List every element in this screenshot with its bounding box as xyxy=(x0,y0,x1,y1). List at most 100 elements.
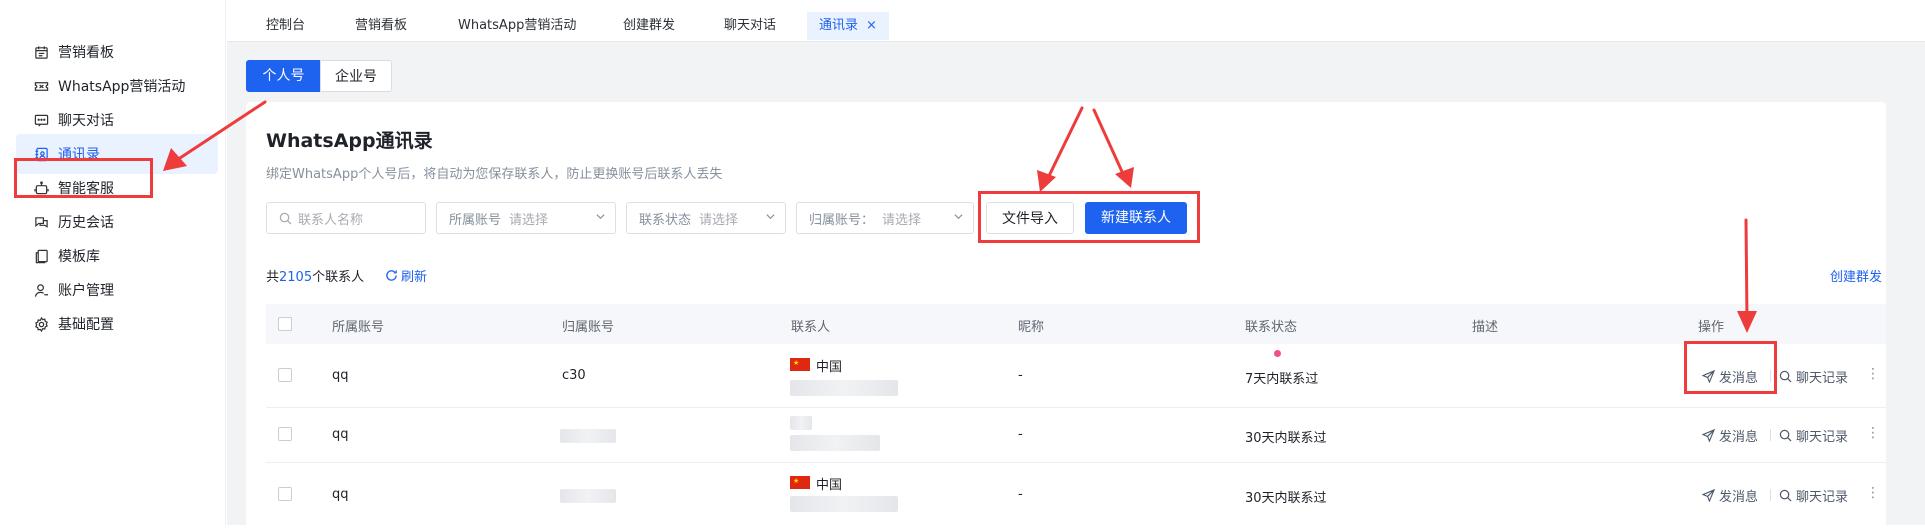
row-checkbox[interactable] xyxy=(278,427,292,441)
search-icon xyxy=(1779,370,1792,383)
ticket-icon xyxy=(33,78,49,94)
user-icon xyxy=(33,282,49,298)
tab-chat[interactable]: 聊天对话 xyxy=(724,12,776,40)
create-broadcast-link[interactable]: 创建群发 xyxy=(1830,266,1882,285)
blurred-phone-number xyxy=(790,435,880,451)
select-all-checkbox[interactable] xyxy=(278,317,292,331)
cell-country: 中国 xyxy=(816,356,842,375)
tab-marketing-board[interactable]: 营销看板 xyxy=(355,12,407,40)
status-select-placeholder: 请选择 xyxy=(699,209,738,228)
new-contact-button[interactable]: 新建联系人 xyxy=(1085,202,1187,234)
count-number: 2105 xyxy=(279,270,312,285)
blurred-contact-name xyxy=(790,416,812,430)
send-icon xyxy=(1702,370,1715,383)
chat-history-button[interactable]: 聊天记录 xyxy=(1779,486,1848,505)
count-suffix: 个联系人 xyxy=(312,270,364,285)
divider xyxy=(1770,370,1771,382)
contacts-icon xyxy=(33,146,49,162)
cell-country: 中国 xyxy=(816,474,842,493)
blurred-owner-account xyxy=(560,489,616,503)
chat-history-label: 聊天记录 xyxy=(1796,486,1848,505)
cell-account: qq xyxy=(332,427,349,442)
owner-select-placeholder: 请选择 xyxy=(882,209,921,228)
column-header-owner: 归属账号 xyxy=(562,316,614,335)
cell-account: qq xyxy=(332,368,349,383)
history-chat-icon xyxy=(33,214,49,230)
cell-status: 30天内联系过 xyxy=(1245,487,1327,506)
table-header xyxy=(266,304,1886,344)
more-icon[interactable]: ⋮ xyxy=(1866,485,1880,501)
page-subtitle: 绑定WhatsApp个人号后，将自动为您保存联系人，防止更换账号后联系人丢失 xyxy=(266,163,722,182)
column-header-description: 描述 xyxy=(1472,316,1498,335)
segment-personal[interactable]: 个人号 xyxy=(246,60,321,92)
contact-count: 共2105个联系人 xyxy=(266,266,364,285)
blurred-phone-number xyxy=(790,380,898,396)
owner-select-label: 归属账号： xyxy=(809,209,874,228)
send-message-label: 发消息 xyxy=(1719,367,1758,386)
column-header-status: 联系状态 xyxy=(1245,316,1297,335)
more-icon[interactable]: ⋮ xyxy=(1866,425,1880,441)
gear-icon xyxy=(33,316,49,332)
row-checkbox[interactable] xyxy=(278,368,292,382)
chat-history-label: 聊天记录 xyxy=(1796,367,1848,386)
status-dot xyxy=(1274,350,1281,357)
chevron-down-icon xyxy=(766,212,775,221)
blurred-owner-account xyxy=(560,429,616,443)
row-checkbox[interactable] xyxy=(278,487,292,501)
send-icon xyxy=(1702,489,1715,502)
send-message-button[interactable]: 发消息 xyxy=(1702,367,1758,386)
send-message-button[interactable]: 发消息 xyxy=(1702,426,1758,445)
account-select[interactable]: 所属账号 请选择 xyxy=(436,202,616,234)
account-select-label: 所属账号 xyxy=(449,209,501,228)
cell-owner: c30 xyxy=(562,368,586,383)
close-icon[interactable]: × xyxy=(866,18,877,33)
column-header-actions: 操作 xyxy=(1698,316,1724,335)
sidebar: 营销看板 WhatsApp营销活动 聊天对话 通讯录 智能客服 历史会话 模板库… xyxy=(0,0,226,525)
chat-history-label: 聊天记录 xyxy=(1796,426,1848,445)
tab-whatsapp-campaign[interactable]: WhatsApp营销活动 xyxy=(458,12,576,40)
chat-history-button[interactable]: 聊天记录 xyxy=(1779,426,1848,445)
sidebar-item-label: 营销看板 xyxy=(58,42,114,62)
chevron-down-icon xyxy=(596,212,605,221)
blurred-phone-number xyxy=(790,496,898,512)
sidebar-item-label: 基础配置 xyxy=(58,314,114,334)
refresh-button[interactable]: 刷新 xyxy=(385,266,427,285)
segment-enterprise[interactable]: 企业号 xyxy=(320,60,392,92)
owner-select[interactable]: 归属账号： 请选择 xyxy=(796,202,974,234)
account-select-placeholder: 请选择 xyxy=(509,209,548,228)
sidebar-item-label: 历史会话 xyxy=(58,212,114,232)
tab-console[interactable]: 控制台 xyxy=(266,12,305,40)
import-file-button[interactable]: 文件导入 xyxy=(986,202,1074,234)
search-icon xyxy=(1779,429,1792,442)
divider xyxy=(1770,429,1771,441)
sidebar-item-label: 模板库 xyxy=(58,246,100,266)
contact-name-search[interactable]: 联系人名称 xyxy=(266,202,426,234)
row-divider xyxy=(266,462,1886,463)
china-flag-icon: ★ xyxy=(790,476,810,489)
page-title: WhatsApp通讯录 xyxy=(266,126,433,153)
column-header-account: 所属账号 xyxy=(332,316,384,335)
template-icon xyxy=(33,248,49,264)
status-select[interactable]: 联系状态 请选择 xyxy=(626,202,786,234)
send-message-label: 发消息 xyxy=(1719,486,1758,505)
sidebar-item-label: 智能客服 xyxy=(58,178,114,198)
search-icon xyxy=(279,212,292,225)
tab-create-broadcast[interactable]: 创建群发 xyxy=(623,12,675,40)
send-message-label: 发消息 xyxy=(1719,426,1758,445)
sidebar-item-label: 账户管理 xyxy=(58,280,114,300)
china-flag-icon: ★ xyxy=(790,358,810,371)
tab-contacts[interactable]: 通讯录× xyxy=(807,12,889,40)
status-select-label: 联系状态 xyxy=(639,209,691,228)
cell-status: 30天内联系过 xyxy=(1245,427,1327,446)
send-message-button[interactable]: 发消息 xyxy=(1702,486,1758,505)
cell-nickname: - xyxy=(1018,427,1023,442)
more-icon[interactable]: ⋮ xyxy=(1866,366,1880,382)
column-header-nickname: 昵称 xyxy=(1018,316,1044,335)
cell-status: 7天内联系过 xyxy=(1245,368,1318,387)
column-header-contact: 联系人 xyxy=(791,316,830,335)
chat-history-button[interactable]: 聊天记录 xyxy=(1779,367,1848,386)
cell-nickname: - xyxy=(1018,487,1023,502)
search-placeholder: 联系人名称 xyxy=(298,209,363,228)
row-divider xyxy=(266,407,1886,408)
sidebar-item-basic-config[interactable]: 基础配置 xyxy=(16,304,218,344)
